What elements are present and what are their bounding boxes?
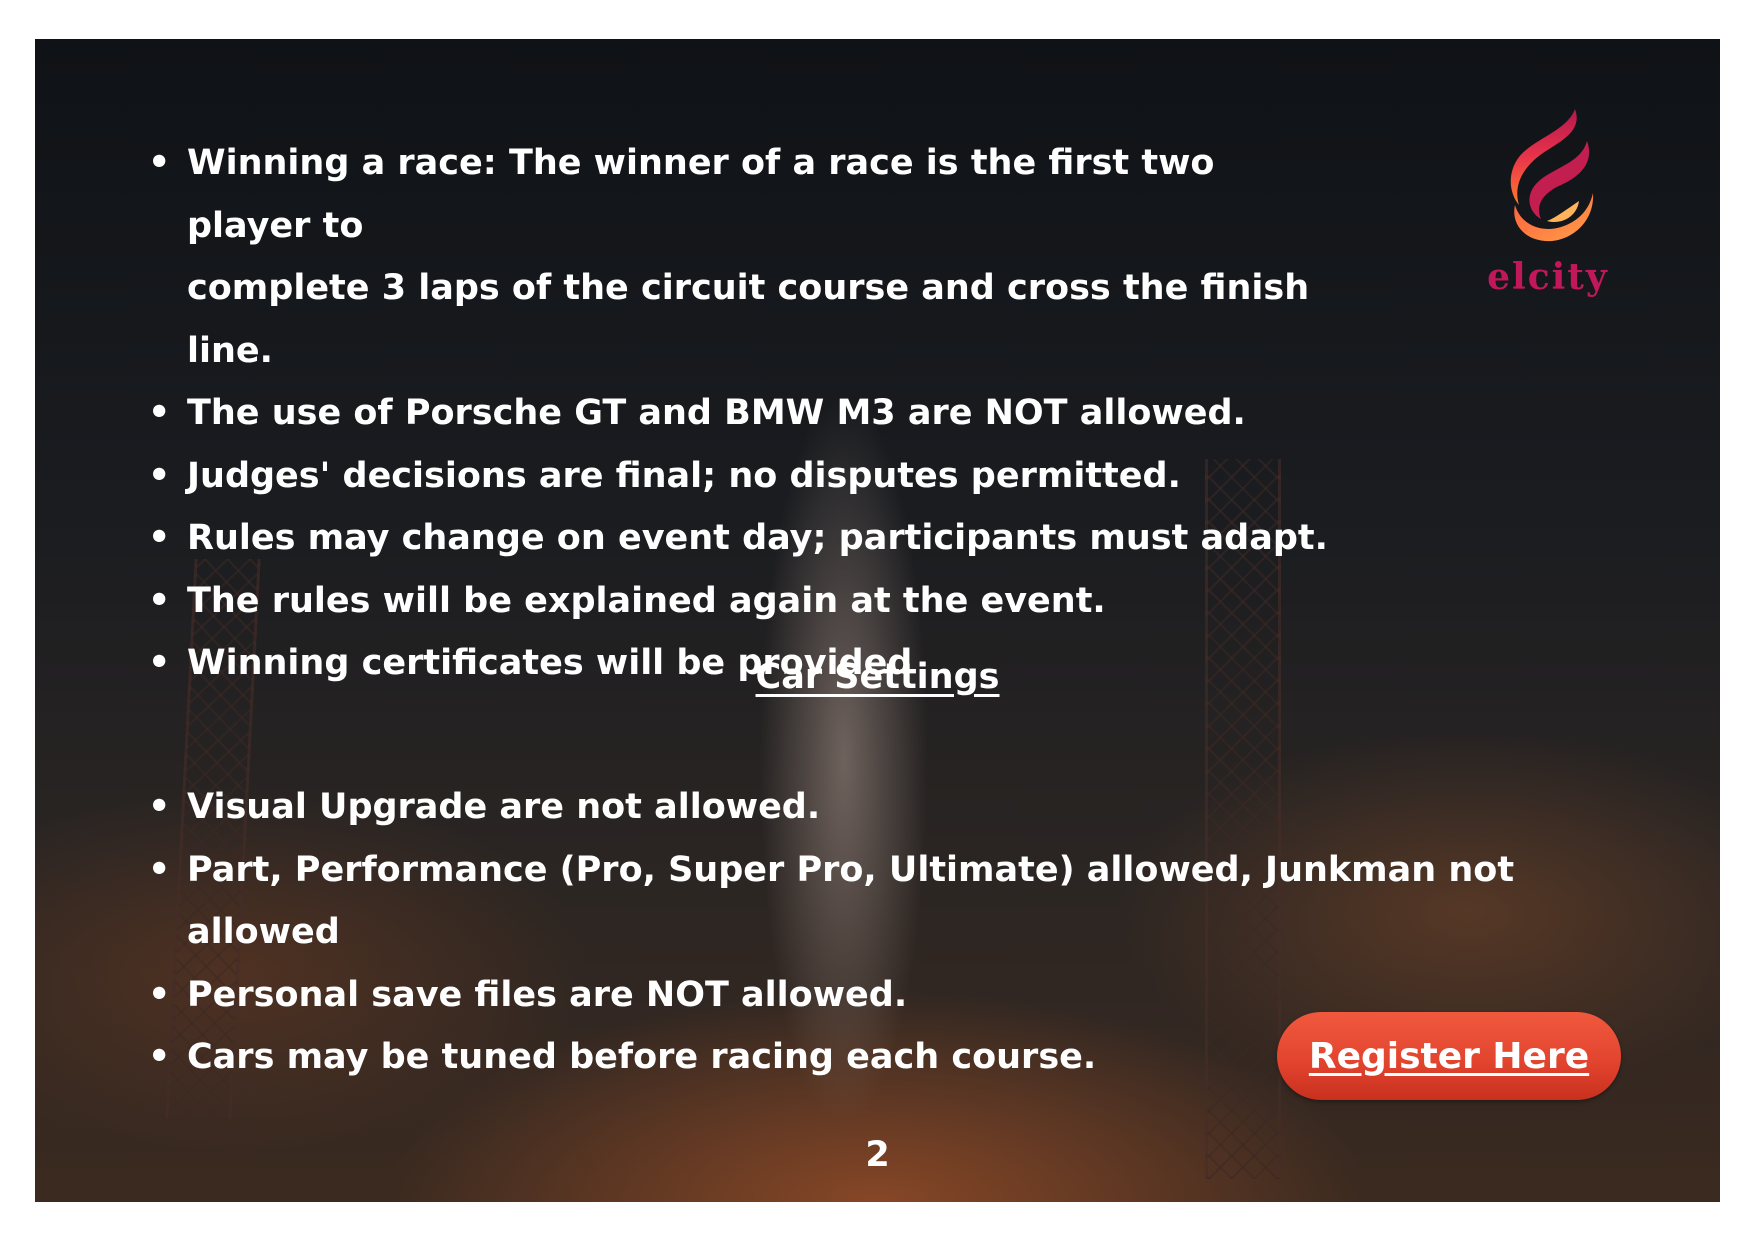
bullet: • — [148, 580, 171, 621]
list-item: • The rules will be explained again at t… — [35, 570, 1345, 633]
list-item: • The use of Porsche GT and BMW M3 are N… — [35, 382, 1345, 445]
poster-page: • Winning a race: The winner of a race i… — [35, 39, 1720, 1202]
page-number: 2 — [865, 1135, 890, 1175]
list-item: • Winning a race: The winner of a race i… — [35, 132, 1345, 382]
list-item: • Visual Upgrade are not allowed. — [35, 776, 1635, 839]
setting-text: Cars may be tuned before racing each cou… — [187, 1037, 1097, 1077]
page-content: • Winning a race: The winner of a race i… — [35, 39, 1720, 1202]
bullet: • — [148, 143, 171, 183]
rule-text: Judges' decisions are final; no disputes… — [187, 455, 1181, 496]
bullet: • — [148, 1037, 171, 1077]
list-item: • Judges' decisions are final; no disput… — [35, 445, 1345, 508]
bullet: • — [148, 393, 171, 433]
list-item: • Part, Performance (Pro, Super Pro, Ult… — [35, 839, 1635, 964]
setting-text: Personal save files are NOT allowed. — [187, 974, 908, 1015]
rule-text-line: Winning a race: The winner of a race is … — [187, 143, 1215, 246]
bullet: • — [148, 518, 171, 558]
bullet: • — [148, 455, 171, 496]
race-rules-list: • Winning a race: The winner of a race i… — [35, 132, 1345, 695]
elcity-logo: elcity — [1483, 101, 1613, 321]
bullet: • — [148, 849, 171, 890]
car-settings-heading: Car Settings — [755, 657, 1000, 697]
bullet: • — [148, 787, 171, 827]
setting-text: Part, Performance (Pro, Super Pro, Ultim… — [187, 849, 1515, 953]
flame-icon — [1510, 109, 1594, 242]
setting-text: Visual Upgrade are not allowed. — [187, 787, 821, 827]
bullet: • — [148, 974, 171, 1015]
rule-text-line: complete 3 laps of the circuit course an… — [187, 268, 1310, 371]
list-item: • Rules may change on event day; partici… — [35, 507, 1345, 570]
rule-text: The use of Porsche GT and BMW M3 are NOT… — [187, 393, 1246, 433]
logo-wordmark: elcity — [1487, 256, 1609, 298]
rule-text: Rules may change on event day; participa… — [187, 518, 1328, 558]
register-here-button[interactable]: Register Here — [1277, 1012, 1621, 1100]
rule-text: The rules will be explained again at the… — [187, 580, 1106, 621]
